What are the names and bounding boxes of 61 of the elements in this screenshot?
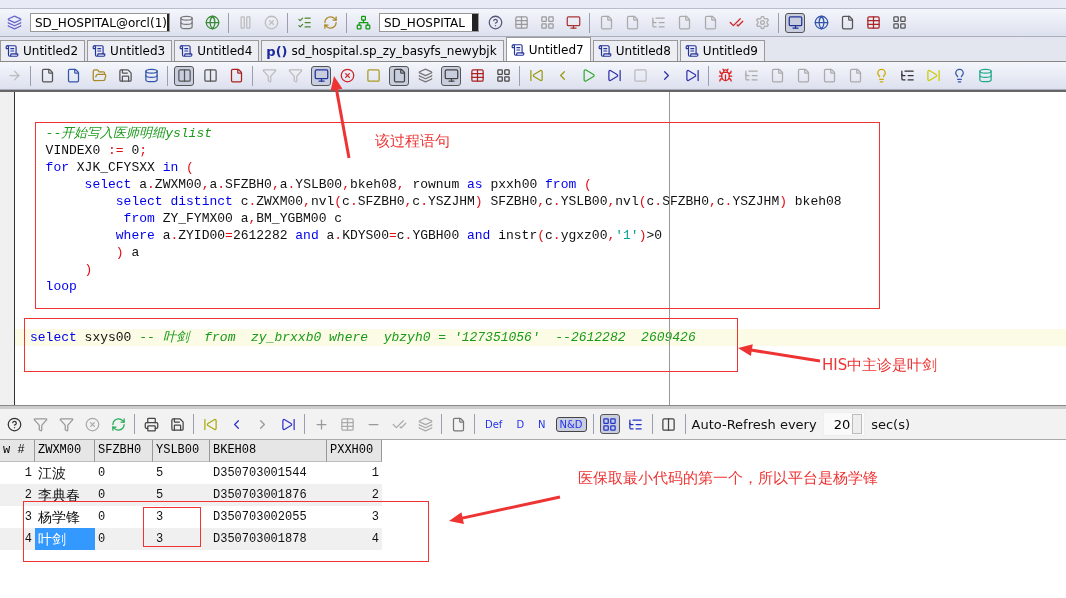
editor-tab[interactable]: Untitled2: [0, 40, 86, 61]
scroll-icon: [179, 44, 194, 58]
annotation-text: HIS中主诊是叶剑: [822, 356, 938, 375]
scroll-icon: [684, 44, 699, 58]
table-cell: 叶剑: [35, 528, 95, 550]
table-cell: 3: [153, 506, 210, 528]
document-icon[interactable]: [389, 65, 409, 86]
code-line: loop: [44, 278, 77, 295]
column-header[interactable]: YSLB00: [153, 440, 210, 462]
code-line: from ZY_FYMX00 a,BM_YGBM00 c: [122, 210, 343, 227]
code-line: for XJK_CFYSXX in (: [44, 159, 194, 176]
schema-dropdown[interactable]: SD_HOSPITAL: [379, 13, 479, 32]
join-button[interactable]: D: [512, 416, 529, 432]
editor-tab[interactable]: Untitled3: [87, 40, 173, 61]
connection-dropdown[interactable]: SD_HOSPITAL@orcl(1): [30, 13, 170, 32]
join-button[interactable]: N&D: [555, 416, 587, 432]
code-line: select a.ZWXM00,a.SFZBH0,a.YSLB00,bkeh08, rownum as pxxh00 from (: [83, 176, 592, 193]
annotation-text: 该过程语句: [375, 132, 450, 151]
table-cell: 杨学锋: [35, 506, 95, 528]
unit-label: sec(s): [871, 416, 910, 432]
column-header[interactable]: BKEH08: [210, 440, 327, 462]
table-cell: D350703001544: [210, 462, 327, 484]
code-line: ): [83, 261, 93, 278]
code-line: select distinct c.ZWXM00,nvl(c.SFZBH0,c.YSZJHM) SFZBH0,c.YSLB00,nvl(c.SFZBH0,c.YSZJHM) bkeh08: [114, 193, 842, 210]
editor-tab[interactable]: Untitled9: [679, 40, 765, 61]
code-line: select sxys00 -- 叶剑 from zy_brxxb0 where ybzyh0 = '127351056' --2612282 2609426: [30, 329, 696, 346]
auto-refresh-label: Auto-Refresh every: [691, 416, 817, 432]
editor-tab[interactable]: Untitled7: [505, 37, 591, 61]
scroll-icon: [597, 44, 612, 58]
table-cell: 1: [327, 462, 382, 484]
code-editor[interactable]: [0, 90, 1066, 405]
window-icon[interactable]: [311, 65, 331, 86]
code-line: ) a: [114, 244, 140, 261]
code-line: --开始写入医师明细yslist: [44, 125, 212, 142]
join-button[interactable]: Def: [481, 416, 507, 432]
column-header[interactable]: w #: [0, 440, 35, 462]
table-cell: 0: [95, 462, 153, 484]
table-cell: D350703002055: [210, 506, 327, 528]
annotation-text: 医保取最小代码的第一个，所以平台是杨学锋: [578, 469, 878, 488]
table-cell: 5: [153, 462, 210, 484]
window-icon[interactable]: [785, 12, 805, 33]
editor-tab[interactable]: p() sd_hospital.sp_zy_basyfs_newybjk: [261, 40, 504, 61]
table-cell: 3: [327, 506, 382, 528]
table-cell: 3: [0, 506, 35, 528]
table-cell: 0: [95, 506, 153, 528]
code-line: where a.ZYID00=2612282 and a.KDYS00=c.YGBH00 and instr(c.ygxz00,'1')>0: [114, 227, 663, 244]
grid-view-icon[interactable]: [599, 414, 620, 434]
procedure-icon: p(): [266, 43, 288, 59]
column-header[interactable]: SFZBH0: [95, 440, 153, 462]
scroll-icon: [92, 44, 107, 58]
column-header[interactable]: PXXH00: [327, 440, 382, 462]
column-header[interactable]: ZWXM00: [35, 440, 95, 462]
editor-tab[interactable]: Untitled8: [592, 40, 678, 61]
scroll-icon: [510, 42, 525, 57]
join-button[interactable]: N: [534, 416, 550, 432]
scroll-icon: [5, 44, 19, 58]
editor-tab[interactable]: Untitled4: [174, 40, 260, 61]
table-cell: 江波: [35, 462, 95, 484]
interval-field[interactable]: 20: [822, 412, 866, 436]
code-line: VINDEX0 := 0;: [44, 142, 148, 159]
table-cell: 1: [0, 462, 35, 484]
